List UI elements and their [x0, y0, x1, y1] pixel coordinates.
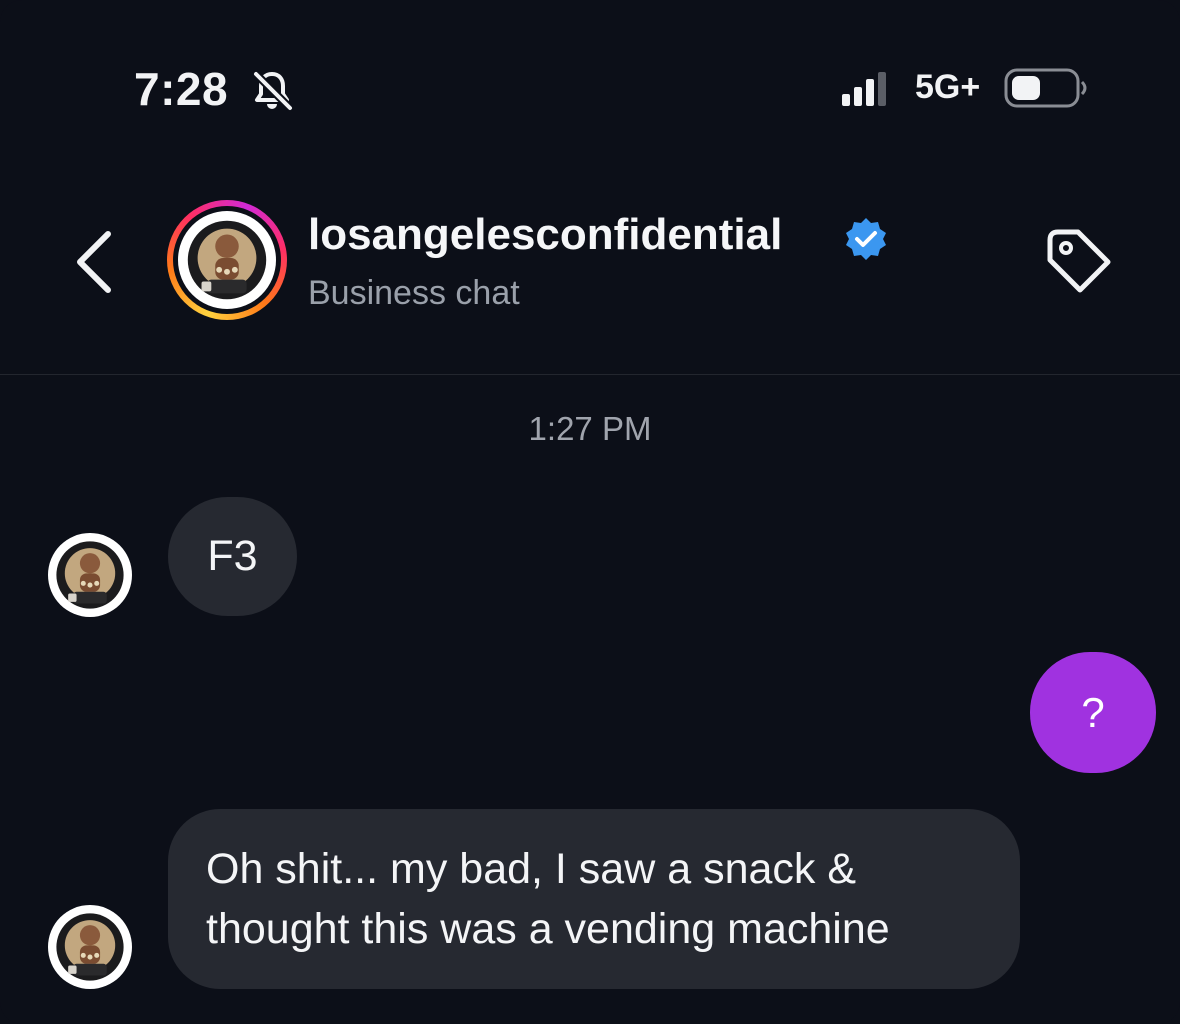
bell-slash-icon [253, 71, 293, 111]
sender-avatar[interactable] [48, 905, 132, 989]
verified-badge-icon [846, 218, 886, 260]
signal-icon [842, 72, 886, 106]
sender-avatar[interactable] [48, 533, 132, 617]
chat-screen: 7:28 5G+ losangelesconfidential Business… [0, 0, 1180, 1024]
header-divider [0, 374, 1180, 375]
profile-avatar[interactable] [178, 211, 276, 309]
battery-icon [1004, 68, 1087, 108]
status-time: 7:28 [134, 63, 229, 115]
network-type: 5G+ [915, 68, 981, 106]
message-bubble-outgoing[interactable]: ? [1030, 652, 1156, 773]
chat-username[interactable]: losangelesconfidential [308, 210, 782, 260]
tag-icon[interactable] [1040, 226, 1116, 298]
chat-subtitle: Business chat [308, 274, 520, 312]
back-chevron-icon[interactable] [70, 226, 122, 298]
message-bubble-incoming[interactable]: F3 [168, 497, 297, 616]
message-bubble-incoming[interactable]: Oh shit... my bad, I saw a snack & thoug… [168, 809, 1020, 989]
message-timestamp: 1:27 PM [528, 410, 652, 447]
